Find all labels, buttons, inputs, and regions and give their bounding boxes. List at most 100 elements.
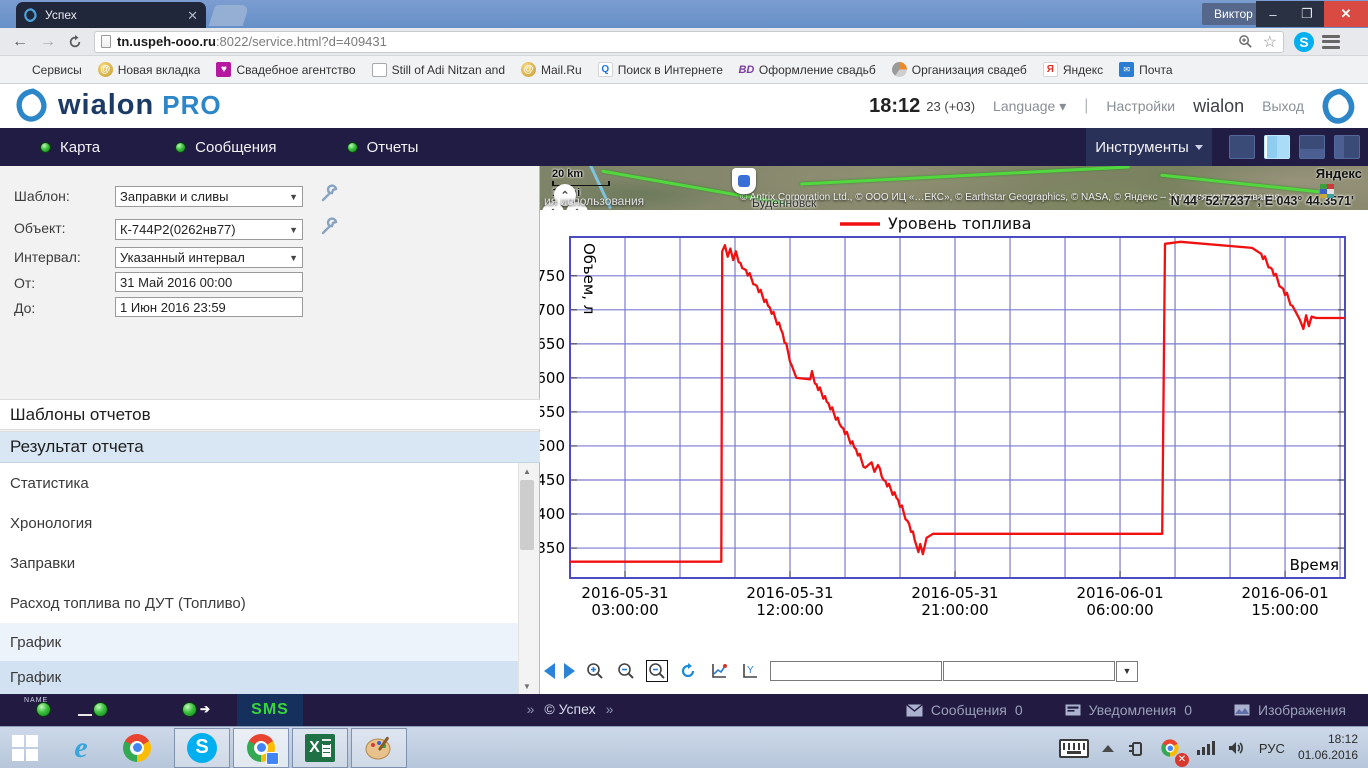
map-layers-icon[interactable] bbox=[1320, 184, 1334, 198]
template-select[interactable]: Заправки и сливы▼ bbox=[115, 186, 303, 207]
svg-text:2016-05-31: 2016-05-31 bbox=[746, 584, 833, 602]
tab-close-icon[interactable]: ✕ bbox=[187, 9, 198, 22]
scroll-thumb[interactable] bbox=[520, 480, 534, 550]
bookmark-services[interactable]: Сервисы bbox=[6, 61, 88, 79]
section-report-templates[interactable]: Шаблоны отчетов bbox=[0, 399, 540, 430]
minimize-button[interactable]: – bbox=[1256, 1, 1290, 27]
restore-button[interactable]: ❐ bbox=[1290, 1, 1324, 27]
nav-item-messages[interactable]: Сообщения bbox=[175, 139, 276, 156]
bookmark-mailru[interactable]: @Mail.Ru bbox=[515, 60, 588, 79]
interval-select[interactable]: Указанный интервал▼ bbox=[115, 247, 303, 268]
skype-extension-icon[interactable]: S bbox=[1294, 32, 1314, 52]
envelope-icon bbox=[906, 704, 923, 717]
chevron-down-icon: ▼ bbox=[289, 253, 298, 263]
scroll-up-icon[interactable]: ▲ bbox=[519, 463, 535, 479]
list-item-fillings[interactable]: Заправки bbox=[0, 543, 518, 583]
chrome-alert-icon[interactable]: ✕ bbox=[1156, 734, 1184, 762]
keyboard-icon[interactable] bbox=[1059, 739, 1089, 758]
power-plug-icon[interactable] bbox=[1127, 739, 1143, 757]
list-scrollbar[interactable]: ▲ ▼ bbox=[518, 463, 535, 694]
layout-combined-icon[interactable] bbox=[1334, 135, 1360, 159]
settings-link[interactable]: Настройки bbox=[1106, 98, 1175, 114]
line-chart-button[interactable] bbox=[708, 660, 730, 682]
chart-query-input[interactable] bbox=[770, 661, 942, 681]
from-input[interactable] bbox=[115, 272, 303, 292]
list-item-chronology[interactable]: Хронология bbox=[0, 503, 518, 543]
images-counter[interactable]: Изображения bbox=[1234, 702, 1346, 718]
close-button[interactable]: ✕ bbox=[1324, 1, 1368, 27]
refresh-button[interactable] bbox=[677, 660, 699, 682]
tray-expand-icon[interactable] bbox=[1102, 745, 1114, 752]
chart-sensor-input[interactable] bbox=[943, 661, 1115, 681]
tools-menu[interactable]: Инструменты bbox=[1086, 128, 1212, 166]
logout-link[interactable]: Выход bbox=[1262, 98, 1304, 114]
bookmark-wedding-org[interactable]: Организация свадеб bbox=[886, 60, 1033, 79]
network-signal-icon[interactable] bbox=[1197, 741, 1215, 755]
arrow-right-icon: ➔ bbox=[200, 702, 210, 716]
section-report-result[interactable]: Результат отчета bbox=[0, 431, 540, 463]
pan-right-button[interactable] bbox=[564, 663, 575, 679]
keyboard-language[interactable]: РУС bbox=[1259, 741, 1285, 756]
object-select[interactable]: К-744Р2(0262нв77)▼ bbox=[115, 219, 303, 240]
fuel-level-chart[interactable]: 3504004505005506006507007502016-05-3103:… bbox=[540, 210, 1368, 652]
zoom-out-button[interactable] bbox=[615, 660, 637, 682]
url-host: tn.uspeh-ooo.ru bbox=[117, 34, 216, 49]
bookmark-new-tab[interactable]: @Новая вкладка bbox=[92, 60, 207, 79]
taskbar-excel-icon[interactable]: X bbox=[292, 728, 348, 768]
speaker-icon[interactable] bbox=[1228, 740, 1246, 756]
taskbar-chrome-profile-icon[interactable] bbox=[233, 728, 289, 768]
list-item-fuel-consumption[interactable]: Расход топлива по ДУТ (Топливо) bbox=[0, 583, 518, 623]
language-menu[interactable]: Language ▾ bbox=[993, 98, 1066, 115]
object-wrench-icon[interactable] bbox=[320, 216, 340, 236]
zoom-in-button[interactable] bbox=[584, 660, 606, 682]
reload-button[interactable] bbox=[68, 35, 82, 49]
browser-menu-icon[interactable] bbox=[1322, 35, 1340, 49]
sms-button[interactable]: SMS bbox=[237, 694, 303, 726]
start-button[interactable] bbox=[4, 730, 46, 766]
layout-single-icon[interactable] bbox=[1229, 135, 1255, 159]
notifications-counter[interactable]: Уведомления0 bbox=[1065, 702, 1192, 718]
list-item-statistics[interactable]: Статистика bbox=[0, 463, 518, 503]
back-button[interactable]: ← bbox=[12, 33, 28, 51]
bookmark-yandex[interactable]: ЯЯндекс bbox=[1037, 60, 1109, 79]
scroll-down-icon[interactable]: ▼ bbox=[519, 678, 535, 694]
y-axis-button[interactable]: Y bbox=[739, 660, 761, 682]
zoom-icon[interactable] bbox=[1238, 34, 1253, 49]
bookmark-mail[interactable]: ✉Почта bbox=[1113, 60, 1178, 79]
tray-clock[interactable]: 18:12 01.06.2016 bbox=[1298, 732, 1358, 763]
to-input[interactable] bbox=[115, 297, 303, 317]
bookmark-star-icon[interactable]: ☆ bbox=[1263, 32, 1277, 52]
forward-button[interactable]: → bbox=[40, 33, 56, 51]
status-green-dot-icon[interactable] bbox=[93, 702, 108, 717]
messages-counter[interactable]: Сообщения0 bbox=[906, 702, 1023, 718]
bookmark-web-search[interactable]: QПоиск в Интернете bbox=[592, 60, 729, 79]
new-tab-button[interactable] bbox=[209, 5, 250, 26]
list-item-graph-2[interactable]: График bbox=[0, 661, 518, 694]
zoom-reset-button[interactable] bbox=[646, 660, 668, 682]
current-user[interactable]: wialon bbox=[1193, 96, 1244, 117]
layout-split-horizontal-icon[interactable] bbox=[1299, 135, 1325, 159]
nav-item-reports[interactable]: Отчеты bbox=[347, 139, 419, 156]
sensor-dropdown-button[interactable]: ▼ bbox=[1116, 661, 1138, 682]
map-vehicle-marker[interactable] bbox=[732, 168, 756, 194]
template-wrench-icon[interactable] bbox=[320, 183, 340, 203]
status-green-dot-icon[interactable] bbox=[182, 702, 197, 717]
interval-label: Интервал: bbox=[14, 249, 81, 265]
list-item-graph-1[interactable]: График bbox=[0, 623, 518, 661]
bookmark-still[interactable]: Still of Adi Nitzan and bbox=[366, 61, 511, 79]
browser-tab[interactable]: Успех ✕ bbox=[16, 2, 206, 28]
url-field[interactable]: tn.uspeh-ooo.ru:8022/service.html?d=4094… bbox=[94, 31, 1284, 53]
bookmark-wedding-agency[interactable]: ♥Свадебное агентство bbox=[210, 60, 361, 79]
separator: | bbox=[1084, 97, 1088, 115]
taskbar-skype-icon[interactable]: S bbox=[174, 728, 230, 768]
status-green-dot-icon[interactable] bbox=[36, 702, 51, 717]
layout-split-vertical-icon[interactable] bbox=[1264, 135, 1290, 159]
pan-left-button[interactable] bbox=[544, 663, 555, 679]
nav-item-map[interactable]: Карта bbox=[40, 139, 100, 156]
bookmark-wedding-decor[interactable]: BDОформление свадьб bbox=[733, 60, 882, 79]
url-path: :8022/service.html?d=409431 bbox=[216, 34, 387, 49]
map-strip[interactable]: 20 km 10 mi ⌃ ⌃ ⌃ ия использования © Ant… bbox=[540, 166, 1368, 210]
taskbar-paint-icon[interactable] bbox=[351, 728, 407, 768]
taskbar-ie-icon[interactable]: e bbox=[60, 730, 102, 766]
taskbar-chrome-icon[interactable] bbox=[116, 730, 158, 766]
